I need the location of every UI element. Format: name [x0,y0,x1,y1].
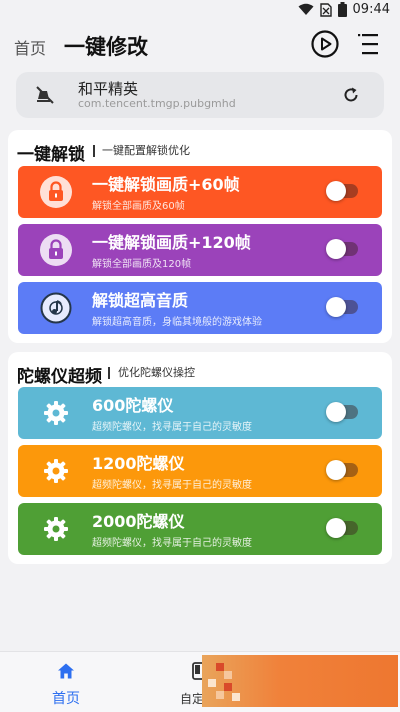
option-toggle[interactable] [326,297,358,317]
option-desc: 解锁超高音质，身临其境般的游戏体验 [92,317,262,328]
status-time: 09:44 [352,2,390,17]
toggle-knob [326,518,346,538]
option-title: 解锁超高音质 [92,291,189,310]
toggle-knob [326,181,346,201]
music-note-icon [40,292,72,324]
gear-icon [40,455,72,487]
section-title: 一键解锁 [17,145,85,165]
toggle-knob [326,460,346,480]
lock-icon [40,234,72,266]
play-button[interactable] [309,28,341,60]
option-row[interactable]: 一键解锁画质+120帧 解锁全部画质及120帧 [18,224,382,276]
home-icon [58,663,74,679]
battery-icon [337,2,347,17]
option-title: 一键解锁画质+60帧 [92,175,240,194]
option-row[interactable]: 一键解锁画质+60帧 解锁全部画质及60帧 [18,166,382,218]
option-toggle[interactable] [326,239,358,259]
mute-icon [34,84,56,106]
section-gyro: 陀螺仪超频 优化陀螺仪操控 600陀螺仪 超频陀螺仪，找寻属于自己的灵敏度 12… [8,352,392,564]
home-link[interactable]: 首页 [14,35,46,59]
toggle-knob [326,402,346,422]
wifi-icon [298,3,314,15]
toggle-knob [326,239,346,259]
option-title: 1200陀螺仪 [92,454,185,473]
option-row[interactable]: 2000陀螺仪 超频陀螺仪，找寻属于自己的灵敏度 [18,503,382,555]
no-sim-icon [319,2,332,17]
section-divider [108,367,110,379]
section-title: 陀螺仪超频 [17,367,102,387]
app-header: 首页 一键修改 [0,24,400,70]
status-bar: 09:44 [0,0,400,24]
option-title: 2000陀螺仪 [92,512,185,531]
option-row[interactable]: 解锁超高音质 解锁超高音质，身临其境般的游戏体验 [18,282,382,334]
option-title: 600陀螺仪 [92,396,174,415]
lock-icon [40,176,72,208]
option-desc: 超频陀螺仪，找寻属于自己的灵敏度 [92,422,252,433]
section-divider [93,145,95,157]
game-selector[interactable]: 和平精英 com.tencent.tmgp.pubgmhd [16,72,384,118]
tab-home-label: 首页 [52,691,80,707]
gear-icon [40,397,72,429]
play-circle-icon [311,30,339,58]
gear-icon [40,513,72,545]
option-desc: 超频陀螺仪，找寻属于自己的灵敏度 [92,538,252,549]
option-toggle[interactable] [326,460,358,480]
option-title: 一键解锁画质+120帧 [92,233,251,252]
menu-list-icon [358,34,378,55]
game-package: com.tencent.tmgp.pubgmhd [78,97,236,110]
refresh-icon [344,87,358,102]
option-toggle[interactable] [326,402,358,422]
option-row[interactable]: 600陀螺仪 超频陀螺仪，找寻属于自己的灵敏度 [18,387,382,439]
game-name: 和平精英 [78,80,139,98]
section-unlock: 一键解锁 一键配置解锁优化 一键解锁画质+60帧 解锁全部画质及60帧 一键解锁… [8,130,392,343]
option-row[interactable]: 1200陀螺仪 超频陀螺仪，找寻属于自己的灵敏度 [18,445,382,497]
section-subtitle: 优化陀螺仪操控 [118,366,195,379]
menu-button[interactable] [358,32,382,58]
option-toggle[interactable] [326,518,358,538]
option-desc: 超频陀螺仪，找寻属于自己的灵敏度 [92,480,252,491]
status-icons: 09:44 [298,2,390,17]
toggle-knob [326,297,346,317]
option-desc: 解锁全部画质及60帧 [92,201,185,212]
refresh-button[interactable] [341,85,361,105]
option-desc: 解锁全部画质及120帧 [92,259,192,270]
tab-home[interactable]: 首页 [40,660,92,708]
section-subtitle: 一键配置解锁优化 [102,144,190,157]
page-title: 一键修改 [64,35,148,59]
option-toggle[interactable] [326,181,358,201]
ad-logo-icon [208,663,240,701]
